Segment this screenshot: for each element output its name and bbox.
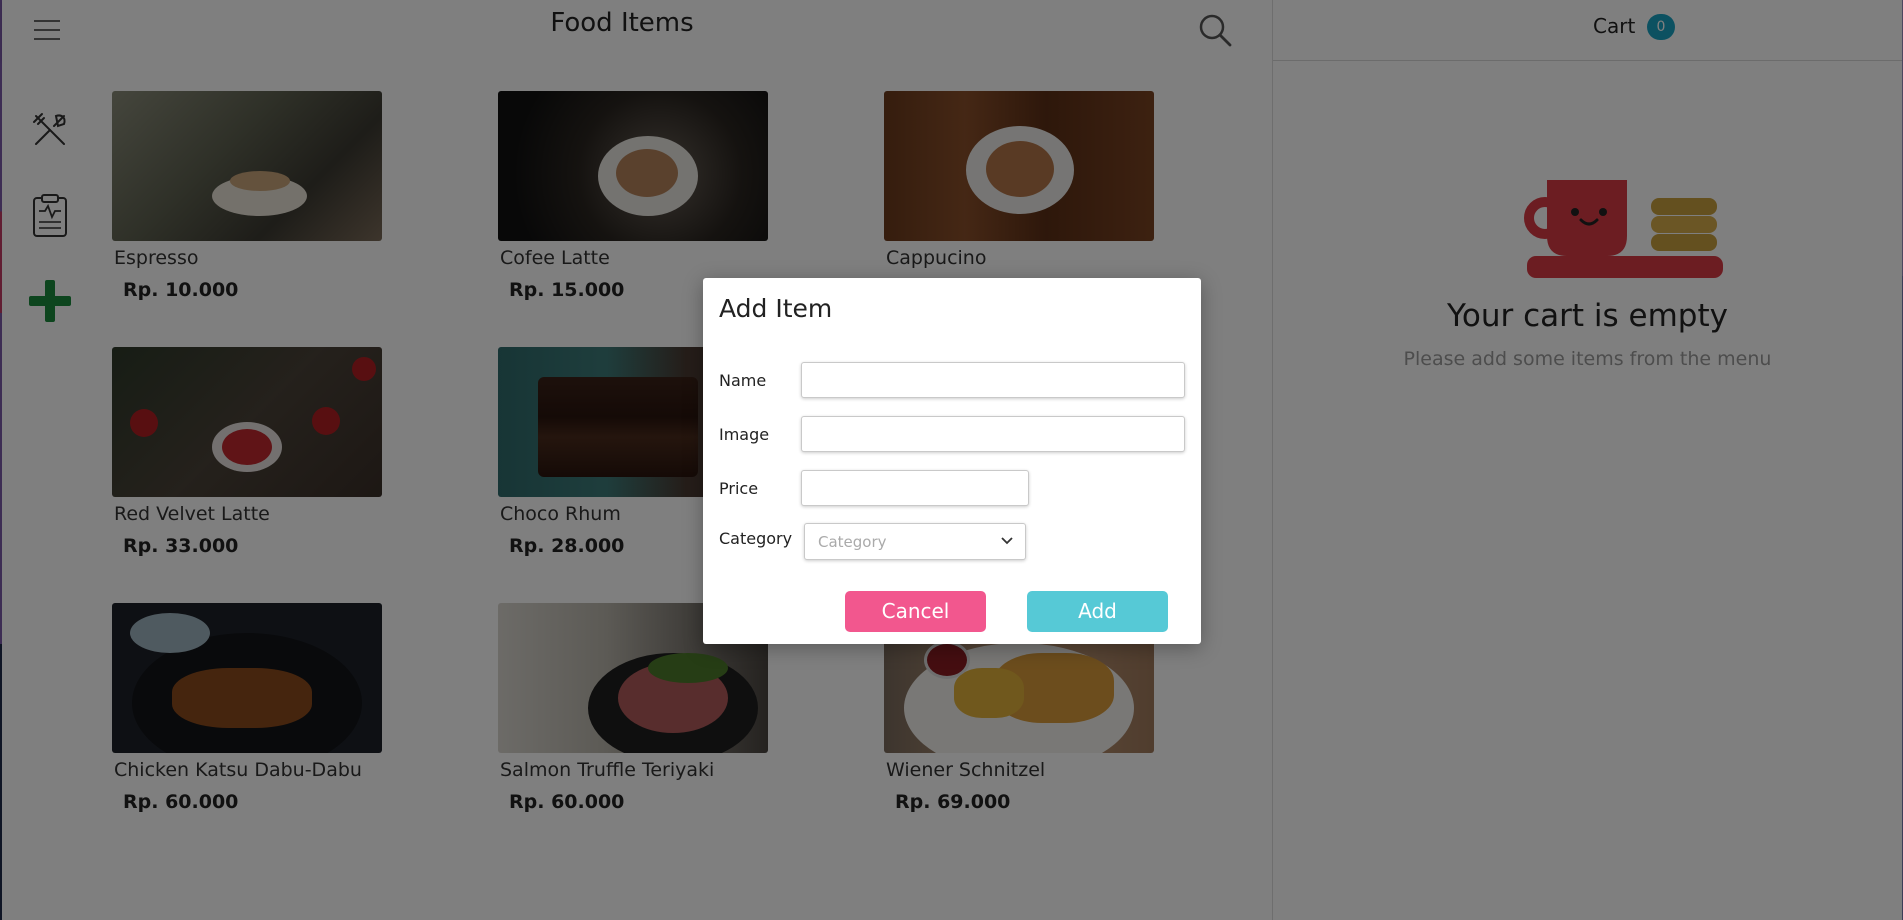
- cancel-button[interactable]: Cancel: [845, 591, 986, 632]
- image-label: Image: [719, 425, 770, 444]
- image-input[interactable]: [801, 416, 1185, 452]
- add-button[interactable]: Add: [1027, 591, 1168, 632]
- category-select[interactable]: Category: [804, 523, 1026, 560]
- dialog-title: Add Item: [719, 294, 833, 323]
- price-input[interactable]: [801, 470, 1029, 506]
- category-label: Category: [719, 529, 793, 548]
- add-item-dialog: Add Item Name Image Price Category Categ…: [703, 278, 1201, 644]
- name-label: Name: [719, 371, 767, 390]
- price-label: Price: [719, 479, 759, 498]
- category-placeholder: Category: [818, 533, 887, 551]
- chevron-down-icon: [1001, 537, 1013, 545]
- name-input[interactable]: [801, 362, 1185, 398]
